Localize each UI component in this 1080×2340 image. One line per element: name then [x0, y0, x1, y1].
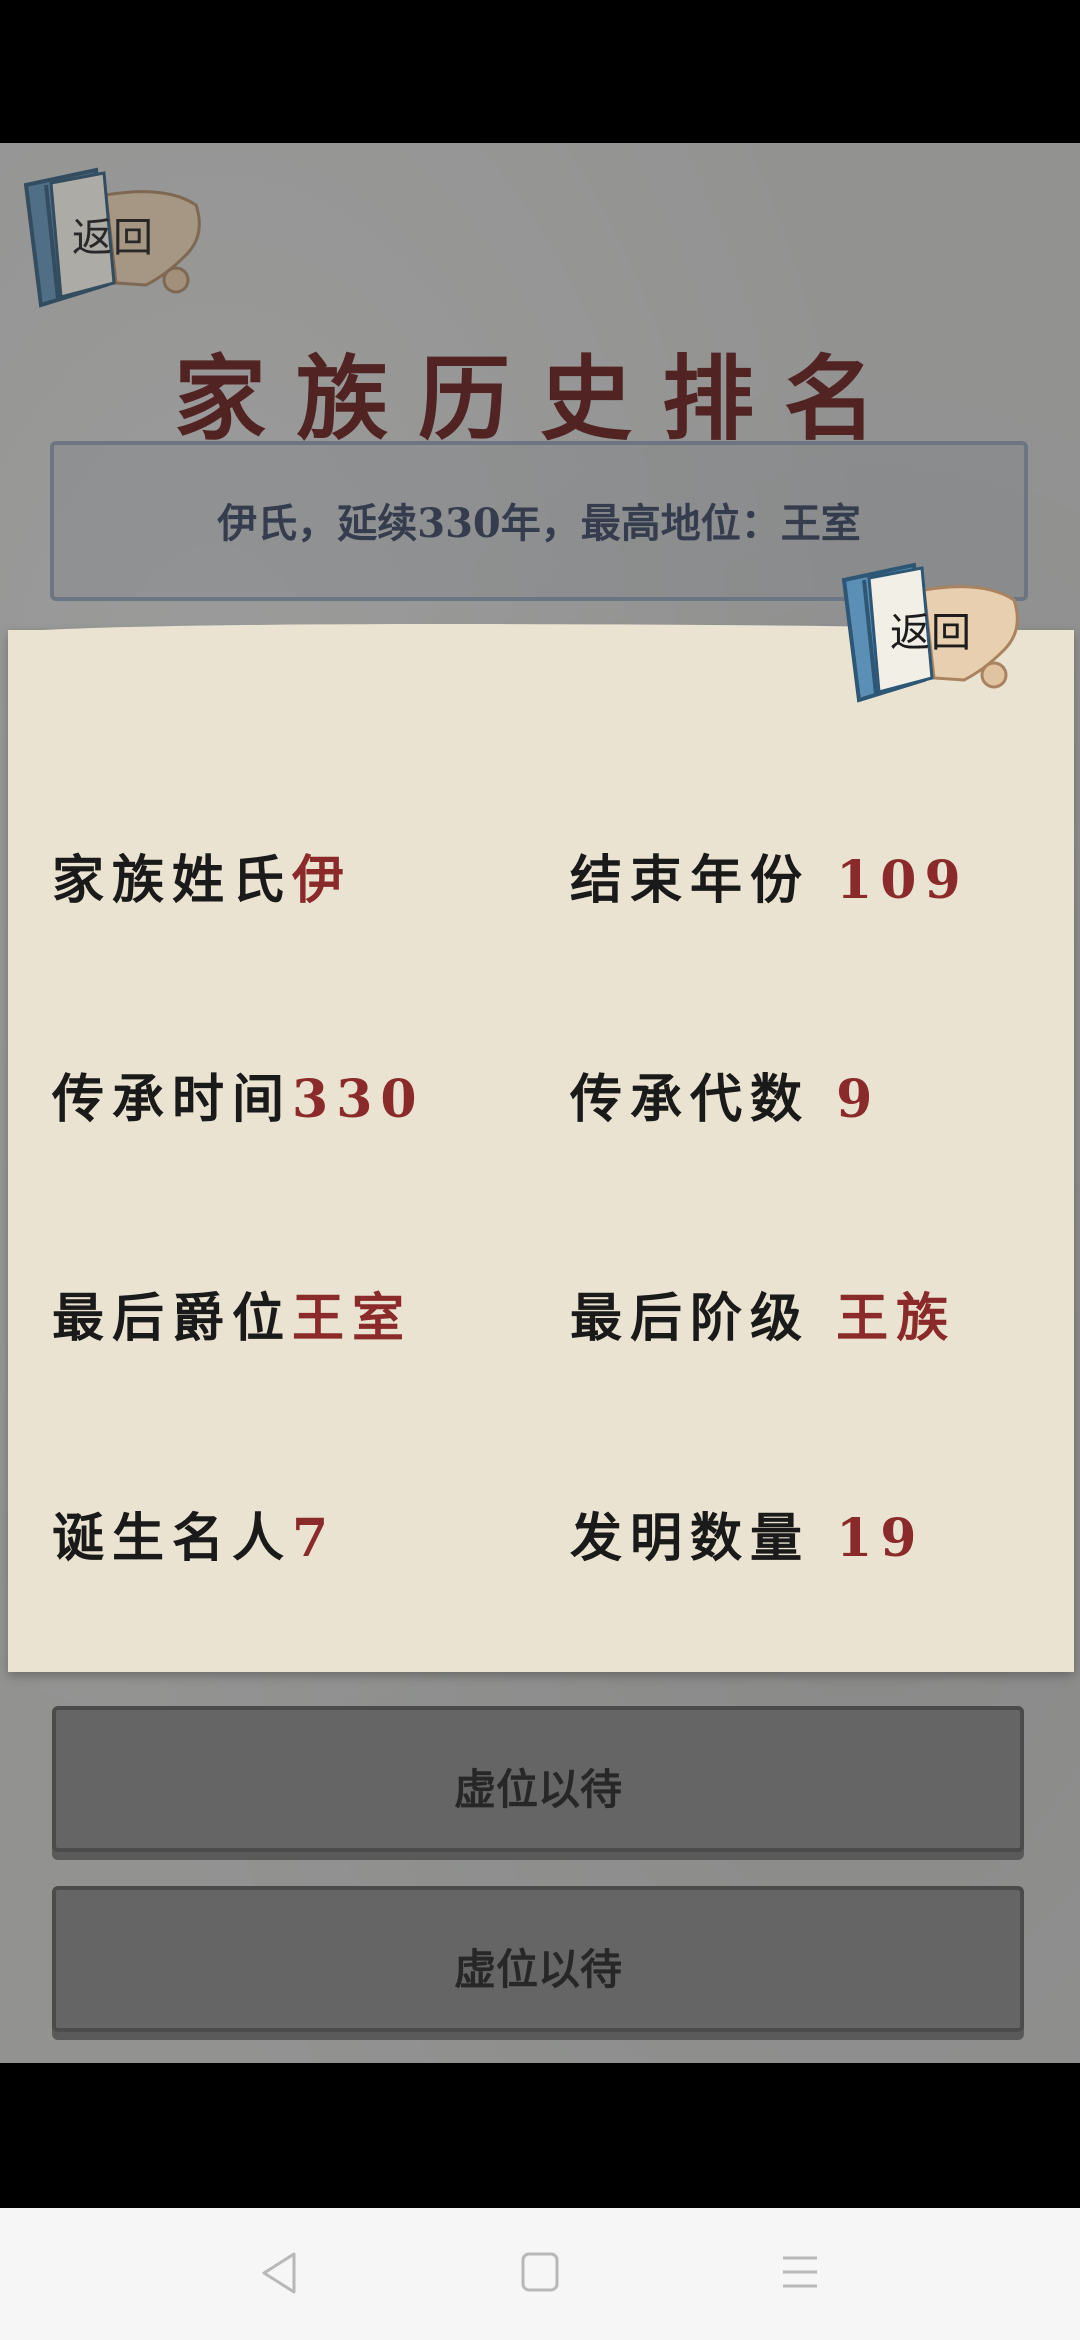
family-detail-dialog: 返回 家族姓氏伊 结束年份 109 传承时间330 传承代数 9 最后爵位王室 … — [8, 562, 1074, 1672]
square-home-icon[interactable] — [520, 2250, 560, 2294]
stat-label: 最后阶级 — [570, 1288, 811, 1349]
stat-value: 9 — [836, 1069, 881, 1130]
stat-generations: 传承代数 9 — [570, 1057, 880, 1132]
stat-inheritance-time: 传承时间330 — [52, 1057, 425, 1132]
stat-label: 传承时间 — [52, 1069, 293, 1130]
stat-value: 伊 — [292, 850, 353, 911]
screen: 返回 家族历史排名 伊氏，延续330年，最高地位：王室 虚位以待 虚位以待 返回 — [0, 0, 1080, 2340]
stat-inventions: 发明数量 19 — [570, 1496, 925, 1571]
stat-label: 家族姓氏 — [52, 850, 293, 911]
stat-last-class: 最后阶级 王族 — [570, 1276, 956, 1351]
stat-value: 19 — [836, 1508, 925, 1569]
stat-end-year: 结束年份 109 — [570, 838, 969, 913]
stat-family-name: 家族姓氏伊 — [52, 838, 352, 913]
stat-label: 传承代数 — [570, 1069, 811, 1130]
stat-value: 330 — [292, 1069, 425, 1130]
stat-value: 王族 — [836, 1288, 957, 1349]
stat-last-title: 最后爵位王室 — [52, 1276, 412, 1351]
lines-menu-icon[interactable] — [780, 2250, 820, 2294]
stat-value: 109 — [836, 850, 969, 911]
back-label: 返回 — [890, 610, 972, 656]
stat-label: 诞生名人 — [52, 1508, 293, 1569]
stat-value: 王室 — [292, 1288, 413, 1349]
dialog-back-button[interactable]: 返回 — [834, 560, 1024, 710]
triangle-back-icon[interactable] — [258, 2250, 300, 2296]
stat-label: 最后爵位 — [52, 1288, 293, 1349]
stat-label: 结束年份 — [570, 850, 811, 911]
stat-value: 7 — [292, 1508, 337, 1569]
stat-label: 发明数量 — [570, 1508, 811, 1569]
stat-famous-people: 诞生名人7 — [52, 1496, 336, 1571]
system-nav-bar — [0, 2208, 1080, 2340]
